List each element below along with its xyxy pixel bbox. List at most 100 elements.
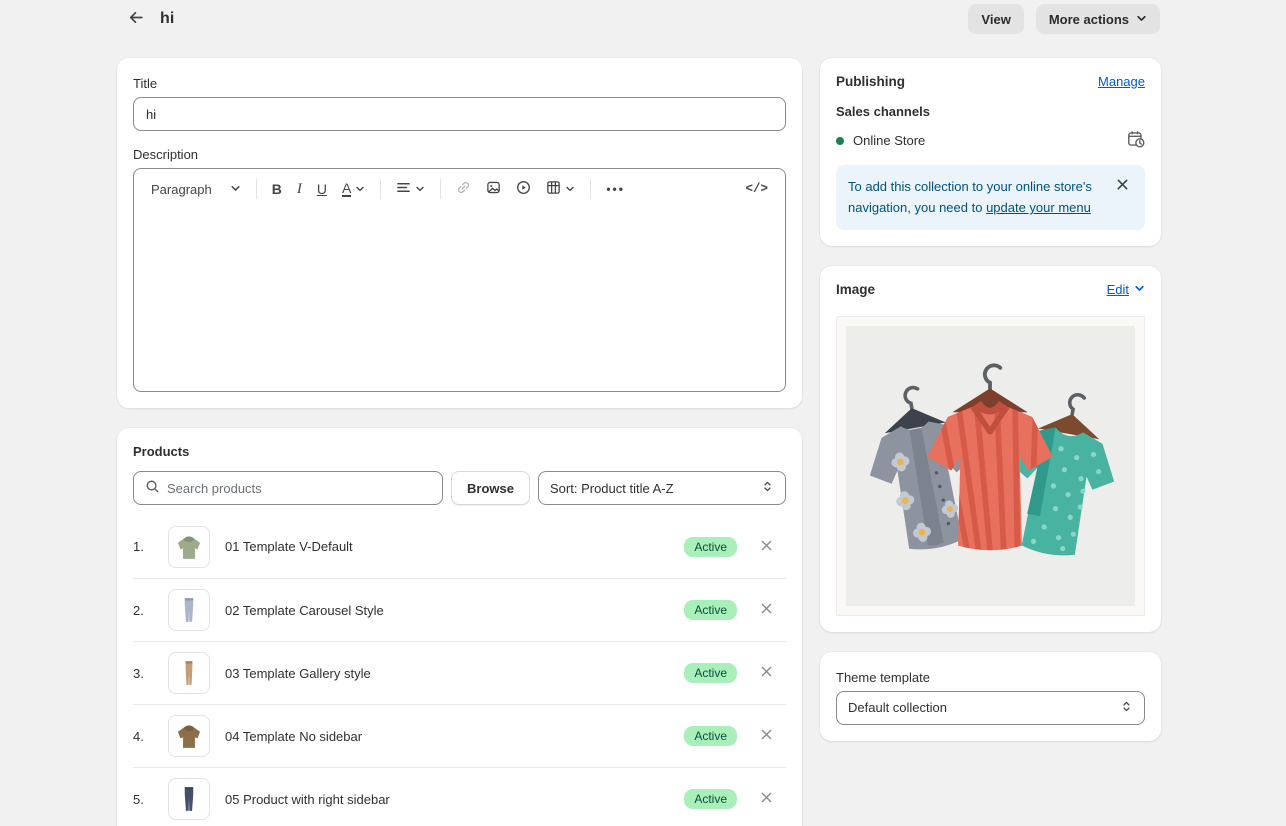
product-name[interactable]: 03 Template Gallery style (225, 666, 669, 681)
description-editor: Paragraph B I U A (133, 168, 786, 392)
more-actions-button[interactable]: More actions (1036, 4, 1160, 34)
insert-video-button[interactable] (509, 175, 538, 203)
title-input[interactable] (133, 97, 786, 131)
page-title: hi (160, 10, 174, 28)
alignment-button[interactable] (389, 175, 432, 203)
product-row-number: 2. (133, 603, 153, 618)
info-banner: To add this collection to your online st… (836, 165, 1145, 230)
search-products-box (133, 471, 443, 505)
page-header: hi View More actions (0, 0, 1286, 38)
align-left-icon (396, 180, 411, 198)
product-row: 3. 03 Template Gallery style Active (133, 641, 786, 704)
close-icon (760, 539, 773, 555)
product-status-badge: Active (684, 726, 737, 746)
image-card: Image Edit (820, 266, 1161, 632)
calendar-clock-icon (1127, 130, 1145, 151)
close-icon (760, 665, 773, 681)
view-button[interactable]: View (968, 4, 1023, 34)
chevron-down-icon (355, 182, 365, 197)
sales-channel-row: Online Store (836, 130, 1145, 151)
close-icon (760, 602, 773, 618)
show-html-button[interactable]: </> (738, 177, 775, 201)
theme-template-label: Theme template (836, 670, 1145, 685)
chevron-down-icon (1134, 282, 1145, 297)
edit-image-dropdown[interactable]: Edit (1107, 282, 1145, 297)
search-products-input[interactable] (167, 481, 431, 496)
product-row-number: 1. (133, 539, 153, 554)
product-thumbnail (168, 526, 210, 568)
play-circle-icon (516, 180, 531, 198)
paragraph-style-dropdown[interactable]: Paragraph (144, 177, 248, 202)
sort-select[interactable]: Sort: Product title A-Z (538, 471, 786, 505)
product-status-badge: Active (684, 663, 737, 683)
schedule-publish-button[interactable] (1127, 130, 1145, 151)
product-status-badge: Active (684, 789, 737, 809)
product-row: 2. 02 Template Carousel Style Active (133, 578, 786, 641)
banner-text: To add this collection to your online st… (848, 176, 1103, 219)
update-menu-link[interactable]: update your menu (986, 200, 1091, 215)
theme-template-card: Theme template Default collection (820, 652, 1161, 741)
product-row: 4. 04 Template No sidebar Active (133, 704, 786, 767)
remove-product-button[interactable] (752, 659, 780, 687)
more-formatting-button[interactable]: ••• (599, 177, 632, 201)
link-icon (456, 180, 471, 198)
collection-image[interactable] (836, 316, 1145, 616)
collection-details-card: Title Description Paragraph B I U (117, 58, 802, 408)
text-color-button[interactable]: A (335, 176, 372, 203)
theme-template-value: Default collection (848, 700, 947, 715)
product-row-number: 3. (133, 666, 153, 681)
image-icon (486, 180, 501, 198)
product-status-badge: Active (684, 600, 737, 620)
chevron-down-icon (1136, 12, 1147, 27)
select-updown-icon (761, 480, 774, 496)
insert-table-button[interactable] (539, 175, 582, 203)
close-icon (1116, 176, 1129, 197)
browse-button[interactable]: Browse (451, 471, 530, 505)
remove-product-button[interactable] (752, 785, 780, 813)
description-textarea[interactable] (134, 209, 785, 391)
product-name[interactable]: 04 Template No sidebar (225, 729, 669, 744)
image-heading: Image (836, 282, 875, 297)
product-row-number: 5. (133, 792, 153, 807)
select-updown-icon (1120, 700, 1133, 716)
product-thumbnail (168, 652, 210, 694)
product-status-badge: Active (684, 537, 737, 557)
italic-button[interactable]: I (290, 176, 309, 203)
product-name[interactable]: 02 Template Carousel Style (225, 603, 669, 618)
sales-channels-label: Sales channels (836, 104, 1145, 119)
bold-button[interactable]: B (265, 176, 289, 202)
editor-toolbar: Paragraph B I U A (134, 169, 785, 209)
product-row: 5. 05 Product with right sidebar Active (133, 767, 786, 826)
close-icon (760, 791, 773, 807)
toolbar-divider (256, 179, 257, 199)
toolbar-divider (590, 179, 591, 199)
channel-status-dot (836, 137, 844, 145)
product-name[interactable]: 01 Template V-Default (225, 539, 669, 554)
theme-template-select[interactable]: Default collection (836, 691, 1145, 725)
chevron-down-icon (415, 182, 425, 197)
title-label: Title (133, 76, 786, 91)
remove-product-button[interactable] (752, 533, 780, 561)
manage-link[interactable]: Manage (1098, 74, 1145, 89)
product-thumbnail (168, 715, 210, 757)
link-button[interactable] (449, 175, 478, 203)
product-list: 1. 01 Template V-Default Active 2. 02 Te… (133, 515, 786, 826)
back-button[interactable] (122, 5, 150, 33)
remove-product-button[interactable] (752, 596, 780, 624)
product-row: 1. 01 Template V-Default Active (133, 515, 786, 578)
product-thumbnail (168, 778, 210, 820)
products-heading: Products (133, 444, 786, 459)
dismiss-banner-button[interactable] (1111, 176, 1133, 198)
publishing-card: Publishing Manage Sales channels Online … (820, 58, 1161, 246)
product-row-number: 4. (133, 729, 153, 744)
table-icon (546, 180, 561, 198)
remove-product-button[interactable] (752, 722, 780, 750)
publishing-heading: Publishing (836, 74, 905, 89)
underline-button[interactable]: U (310, 176, 334, 202)
toolbar-divider (440, 179, 441, 199)
description-label: Description (133, 147, 786, 162)
search-icon (145, 479, 160, 497)
product-name[interactable]: 05 Product with right sidebar (225, 792, 669, 807)
sort-select-value: Sort: Product title A-Z (550, 481, 674, 496)
insert-image-button[interactable] (479, 175, 508, 203)
